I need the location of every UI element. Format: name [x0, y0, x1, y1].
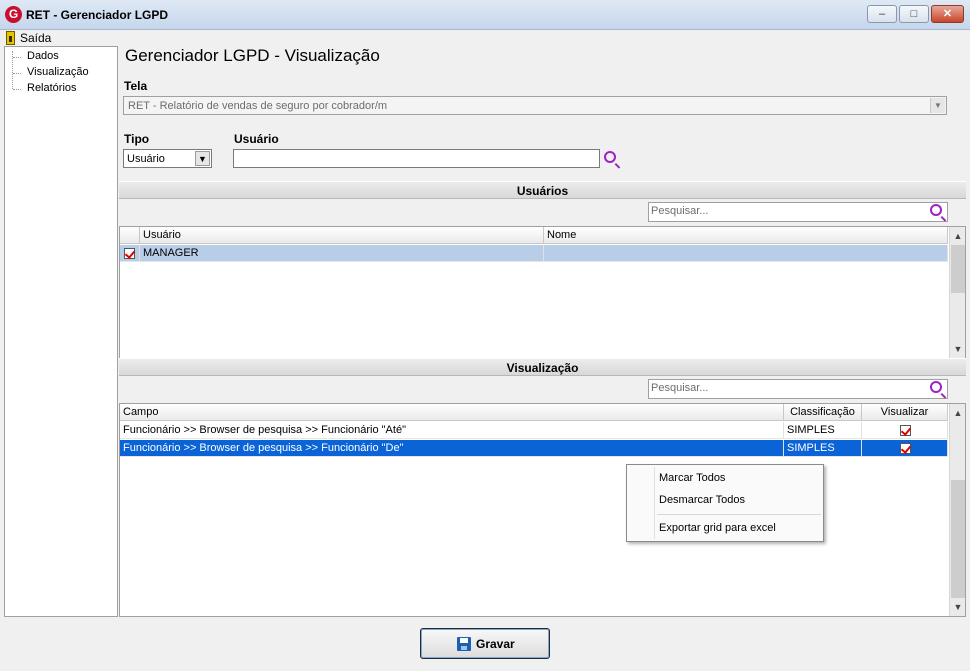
scrollbar-thumb[interactable] — [951, 245, 965, 293]
scroll-down-icon[interactable]: ▼ — [950, 599, 965, 615]
page-title: Gerenciador LGPD - Visualização — [125, 46, 380, 65]
app-logo: G — [5, 6, 22, 23]
grid-header-nome[interactable]: Nome — [544, 227, 948, 244]
scroll-down-icon[interactable]: ▼ — [950, 341, 965, 357]
tela-value: RET - Relatório de vendas de seguro por … — [128, 100, 388, 112]
users-scrollbar[interactable]: ▲ ▼ — [949, 227, 965, 358]
menu-item-marcar-todos[interactable]: Marcar Todos — [659, 472, 725, 484]
view-scrollbar[interactable]: ▲ ▼ — [949, 404, 965, 616]
chevron-down-icon[interactable]: ▼ — [930, 98, 945, 113]
tree-item-visualizacao[interactable]: Visualização — [27, 66, 89, 78]
search-icon[interactable] — [930, 381, 942, 393]
scroll-up-icon[interactable]: ▲ — [950, 228, 965, 244]
tree-item-dados[interactable]: Dados — [27, 50, 59, 62]
view-grid: Campo Classificação Visualizar Funcionár… — [119, 403, 966, 617]
users-search-placeholder: Pesquisar... — [651, 205, 709, 217]
table-row-campo[interactable]: Funcionário >> Browser de pesquisa >> Fu… — [120, 440, 784, 457]
grid-header-visualizar[interactable]: Visualizar — [862, 404, 948, 421]
search-icon[interactable] — [930, 204, 942, 216]
floppy-disk-icon — [457, 637, 471, 651]
search-icon[interactable] — [604, 151, 616, 163]
tela-label: Tela — [124, 79, 148, 93]
menu-item-desmarcar-todos[interactable]: Desmarcar Todos — [659, 494, 745, 506]
context-menu-gutter — [629, 467, 655, 539]
window-title: RET - Gerenciador LGPD — [26, 8, 169, 22]
checkbox[interactable] — [900, 443, 911, 454]
view-search-placeholder: Pesquisar... — [651, 382, 709, 394]
usuario-input[interactable] — [233, 149, 600, 168]
view-search-input[interactable]: Pesquisar... — [648, 379, 948, 399]
menu-separator — [657, 514, 821, 515]
view-section-header: Visualização — [119, 358, 966, 376]
minimize-button[interactable]: – — [867, 5, 897, 23]
maximize-button[interactable]: □ — [899, 5, 929, 23]
exit-door-icon — [6, 31, 15, 45]
menu-bar: Saída — [0, 30, 970, 46]
grid-header-campo[interactable]: Campo — [120, 404, 784, 421]
scroll-up-icon[interactable]: ▲ — [950, 405, 965, 421]
users-grid: Usuário Nome MANAGER ▲ ▼ — [119, 226, 966, 359]
context-menu: Marcar Todos Desmarcar Todos Exportar gr… — [626, 464, 824, 542]
tree-item-relatorios[interactable]: Relatórios — [27, 82, 77, 94]
tipo-select[interactable]: Usuário ▼ — [123, 149, 212, 168]
table-row-nome[interactable] — [544, 245, 948, 262]
table-row-classificacao[interactable]: SIMPLES — [784, 440, 862, 457]
tipo-value: Usuário — [127, 153, 165, 165]
menu-item-exit[interactable]: Saída — [20, 31, 51, 45]
users-section-header: Usuários — [119, 181, 966, 199]
scrollbar-thumb[interactable] — [951, 480, 965, 598]
grid-header-usuario[interactable]: Usuário — [140, 227, 544, 244]
table-row-campo[interactable]: Funcionário >> Browser de pesquisa >> Fu… — [120, 422, 784, 439]
table-row-usuario[interactable]: MANAGER — [140, 245, 544, 262]
close-button[interactable]: ✕ — [931, 5, 964, 23]
table-row-classificacao[interactable]: SIMPLES — [784, 422, 862, 439]
tree-branch — [13, 57, 21, 58]
table-row-visualizar[interactable] — [862, 440, 948, 457]
grid-header-check — [120, 227, 140, 244]
checkbox[interactable] — [124, 248, 135, 259]
grid-header-classificacao[interactable]: Classificação — [784, 404, 862, 421]
save-button-label: Gravar — [476, 637, 515, 651]
tipo-label: Tipo — [124, 132, 150, 146]
table-row-check-cell[interactable] — [120, 245, 140, 262]
save-button[interactable]: Gravar — [420, 628, 550, 659]
menu-item-exportar-excel[interactable]: Exportar grid para excel — [659, 522, 776, 534]
table-row-visualizar[interactable] — [862, 422, 948, 439]
usuario-label: Usuário — [234, 132, 279, 146]
tree-branch — [13, 73, 21, 74]
users-search-input[interactable]: Pesquisar... — [648, 202, 948, 222]
tree-branch — [13, 89, 21, 90]
chevron-down-icon[interactable]: ▼ — [195, 151, 210, 166]
tela-combobox[interactable]: RET - Relatório de vendas de seguro por … — [123, 96, 947, 115]
navigation-tree: Dados Visualização Relatórios — [4, 46, 118, 617]
checkbox[interactable] — [900, 425, 911, 436]
